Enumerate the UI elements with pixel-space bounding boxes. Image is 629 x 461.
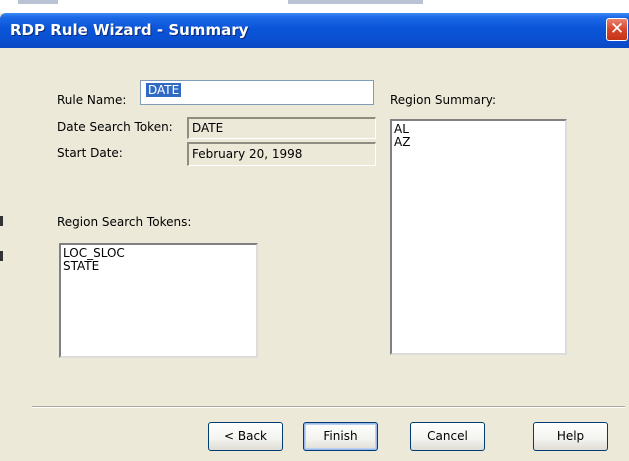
region-search-tokens-label: Region Search Tokens: bbox=[57, 215, 192, 229]
list-item[interactable]: STATE bbox=[63, 260, 256, 273]
region-summary-list[interactable]: AL AZ bbox=[390, 119, 567, 355]
title-bar[interactable]: RDP Rule Wizard - Summary ✕ bbox=[0, 13, 629, 48]
finish-button[interactable]: Finish bbox=[303, 422, 378, 451]
rule-name-input[interactable]: DATE bbox=[140, 80, 374, 105]
list-item[interactable]: AZ bbox=[394, 136, 565, 149]
dialog-title: RDP Rule Wizard - Summary bbox=[10, 21, 249, 39]
start-date-label: Start Date: bbox=[57, 146, 123, 160]
close-button[interactable]: ✕ bbox=[606, 18, 628, 41]
background-window-fragment bbox=[18, 0, 58, 4]
rule-name-value: DATE bbox=[146, 83, 182, 97]
region-summary-label: Region Summary: bbox=[390, 93, 497, 107]
background-window-strip bbox=[0, 0, 629, 14]
back-button[interactable]: < Back bbox=[208, 422, 283, 451]
close-icon: ✕ bbox=[609, 19, 625, 39]
date-search-token-label: Date Search Token: bbox=[57, 120, 173, 134]
background-edge-mark bbox=[0, 216, 3, 226]
help-button[interactable]: Help bbox=[533, 422, 608, 451]
wizard-dialog: RDP Rule Wizard - Summary ✕ Rule Name: D… bbox=[0, 13, 629, 461]
region-search-tokens-list[interactable]: LOC_SLOC STATE bbox=[59, 243, 258, 358]
date-search-token-field: DATE bbox=[187, 117, 376, 139]
separator-highlight bbox=[32, 407, 625, 408]
list-item[interactable]: AL bbox=[394, 123, 565, 136]
start-date-field: February 20, 1998 bbox=[187, 142, 376, 166]
background-edge-mark bbox=[0, 251, 3, 261]
background-window-fragment bbox=[288, 0, 423, 4]
rule-name-label: Rule Name: bbox=[57, 93, 127, 107]
cancel-button[interactable]: Cancel bbox=[410, 422, 485, 451]
